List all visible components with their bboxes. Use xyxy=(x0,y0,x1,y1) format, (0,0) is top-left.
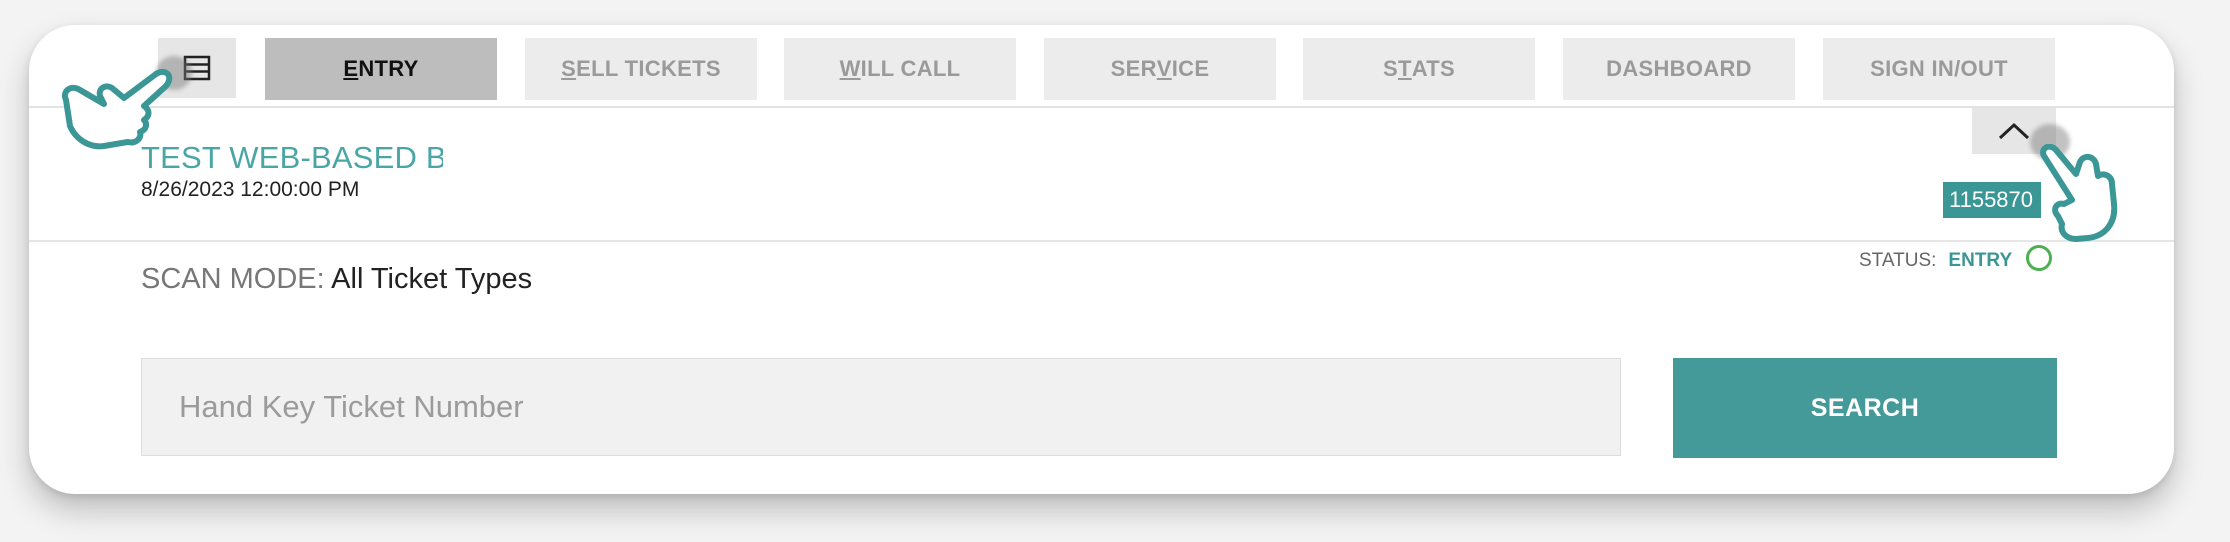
tab-dashboard[interactable]: DASHBOARD xyxy=(1563,38,1795,100)
tab-sell-tickets-label-post: ELL TICKETS xyxy=(576,56,721,81)
tab-entry-label-hotkey: E xyxy=(343,56,359,81)
tab-will-call-label-hotkey: W xyxy=(839,56,861,81)
tab-entry[interactable]: E NTRY xyxy=(265,38,497,100)
chevron-up-icon xyxy=(1998,122,2030,140)
event-title: TEST WEB-BASED BOX OFFICE xyxy=(141,140,443,175)
tab-service-label-hotkey: V xyxy=(1156,56,1172,81)
tab-service-label-post: ICE xyxy=(1171,56,1210,81)
tab-will-call-label-post: ILL CALL xyxy=(860,56,961,81)
event-header: TEST WEB-BASED BOX OFFICE 8/26/2023 12:0… xyxy=(29,108,2174,242)
tab-stats-label-hotkey: T xyxy=(1397,56,1412,81)
tab-stats[interactable]: S T ATS xyxy=(1303,38,1535,100)
tab-sign-in-out-label: SIGN IN/OUT xyxy=(1870,56,2008,81)
tab-service-label-pre: SER xyxy=(1110,56,1157,81)
status-label: STATUS: xyxy=(1859,250,1937,271)
tab-stats-label-pre: S xyxy=(1382,56,1398,81)
event-id-badge: 1155870 xyxy=(1943,182,2042,218)
tab-sell-tickets[interactable]: S ELL TICKETS xyxy=(525,38,757,100)
pointing-hand-icon xyxy=(62,68,173,150)
tab-will-call[interactable]: W ILL CALL xyxy=(784,38,1016,100)
tab-dashboard-label: DASHBOARD xyxy=(1606,56,1752,81)
status-ring-icon xyxy=(2026,245,2053,271)
tab-entry-label-post: NTRY xyxy=(358,56,419,81)
tab-sell-tickets-label-hotkey: S xyxy=(561,56,577,81)
app-panel: E NTRY S ELL TICKETS W ILL CALL SER V ICE STA… xyxy=(29,25,2174,494)
search-button[interactable]: SEARCH xyxy=(1673,358,2057,458)
scan-mode: SCAN MODE: All Ticket Types xyxy=(141,263,532,296)
top-navigation: E NTRY S ELL TICKETS W ILL CALL SER V ICE STA… xyxy=(29,25,2174,108)
event-date: 8/26/2023 12:00:00 PM xyxy=(141,178,360,201)
tab-sign-in-out[interactable]: SIGN IN/OUT xyxy=(1823,38,2055,100)
scan-mode-label: SCAN MODE: xyxy=(141,263,325,295)
screenshot-stage: E NTRY S ELL TICKETS W ILL CALL SER V ICE STA… xyxy=(0,0,2230,542)
tab-service[interactable]: SER V ICE xyxy=(1044,38,1276,100)
tab-stats-label-post: ATS xyxy=(1411,56,1455,81)
status-value: ENTRY xyxy=(1948,250,2013,271)
status-indicator: STATUS: ENTRY xyxy=(1859,245,2053,272)
scan-mode-value: All Ticket Types xyxy=(331,263,533,295)
pointing-hand-icon xyxy=(2040,144,2118,242)
ticket-number-input[interactable] xyxy=(141,358,1621,456)
